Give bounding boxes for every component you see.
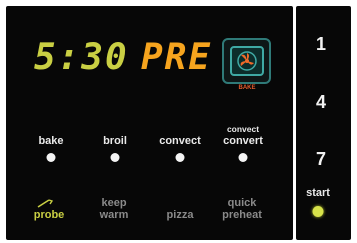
bake-caption: BAKE [238,85,256,91]
convect-button[interactable]: convect [159,136,201,147]
bake-button[interactable]: bake [38,136,63,147]
keep-warm-button[interactable]: warm [100,210,129,221]
convect-convert-label-line1[interactable]: convect [227,125,259,134]
keypad-key-1[interactable]: 1 [316,34,326,55]
convect-convert-button[interactable]: convert [223,136,263,147]
broil-button[interactable]: broil [103,136,127,147]
keypad-key-4[interactable]: 4 [316,92,326,113]
start-indicator [312,206,324,217]
probe-button[interactable]: probe [34,210,65,221]
convection-fan-icon [222,38,271,84]
oven-control-panel: 5:30 PRE BAKE bake broil convect convect… [0,0,357,243]
pizza-button[interactable]: pizza [167,210,194,221]
fan-indicator [230,46,264,76]
time-display: 5:30 [34,37,129,78]
convect-indicator [175,153,185,162]
broil-indicator [110,153,120,162]
bake-indicator [46,153,56,162]
convect-convert-indicator [238,153,248,162]
quick-preheat-button[interactable]: preheat [222,210,262,221]
probe-icon [37,199,53,208]
mode-display: PRE [141,37,213,78]
keep-warm-label-line1[interactable]: keep [101,198,126,209]
quick-preheat-label-line1[interactable]: quick [228,198,257,209]
keypad-key-7[interactable]: 7 [316,149,326,170]
start-button[interactable]: start [306,188,330,199]
